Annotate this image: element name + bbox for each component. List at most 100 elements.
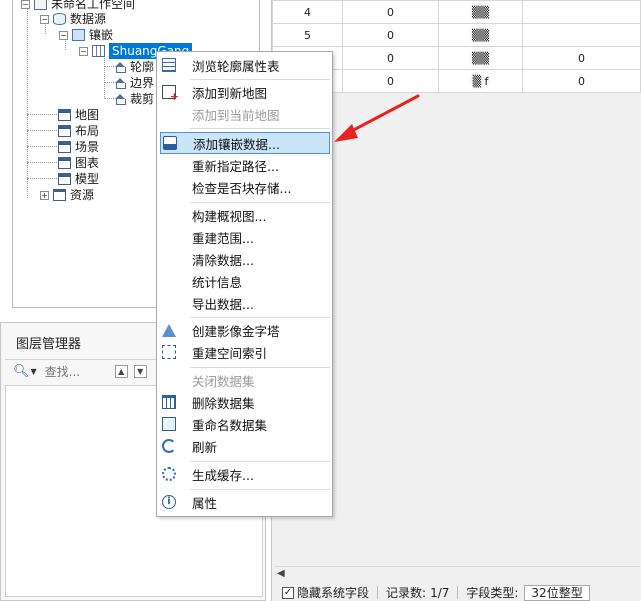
layer-manager-title: 图层管理器 [16,337,82,352]
pyramid-icon [162,323,176,337]
table-cell[interactable] [522,23,641,47]
context-menu: 浏览轮廓属性表 添加到新地图 添加到当前地图 添加镶嵌数据... 重新指定路径.… [156,51,333,517]
model-icon [58,173,71,185]
menu-item-add-mosaic-data[interactable]: 添加镶嵌数据... [160,132,330,154]
checkmark-icon: ✓ [282,586,294,599]
refresh-icon [162,439,176,453]
move-up-icon[interactable]: ▲ [114,365,128,378]
chart-icon [58,157,71,169]
tree-label: 地图 [75,108,100,122]
horizontal-scrollbar[interactable]: ◀ [274,566,640,582]
menu-separator [190,79,330,80]
collapse-icon[interactable]: − [79,46,88,56]
layer-search-input[interactable] [44,364,115,379]
tree-node-models[interactable]: 模型 [58,171,99,187]
table-cell[interactable]: 0 [342,0,439,24]
menu-item-respecify-path[interactable]: 重新指定路径... [157,154,332,176]
tree-node-scenes[interactable]: 场景 [58,139,99,155]
workspace-icon [34,0,47,10]
tree-node-charts[interactable]: 图表 [58,155,99,171]
menu-item-export-data[interactable]: 导出数据... [157,292,332,314]
table-cell[interactable]: 0 [522,69,641,93]
hide-system-fields-label: 隐藏系统字段 [297,586,370,600]
tree-node-mosaic-group[interactable]: − 镶嵌 [59,27,113,43]
menu-item-rebuild-spatial-index[interactable]: 重建空间索引 [157,341,332,363]
annotation-arrow-icon [334,94,420,142]
region-dataset-icon [114,93,126,105]
status-bar: ✓ 隐藏系统字段 记录数: 1/7 字段类型: 32位整型 [274,584,641,601]
menu-item-add-to-new-map[interactable]: 添加到新地图 [157,81,332,103]
table-cell[interactable]: ▒▒ [438,0,523,24]
tree-label: 镶嵌 [89,28,114,42]
move-down-icon[interactable]: ▼ [133,365,147,378]
record-count-value: 1/7 [430,585,450,600]
menu-item-browse-footprint-table[interactable]: 浏览轮廓属性表 [157,54,332,76]
menu-item-add-to-current-map[interactable]: 添加到当前地图 [157,103,332,125]
layout-icon [58,125,71,137]
add-map-icon [162,85,179,103]
menu-separator [190,367,330,368]
rename-icon [162,417,176,431]
tree-label: 模型 [75,172,100,186]
table-cell[interactable]: 0 [342,46,439,70]
collapse-icon[interactable]: − [59,30,68,40]
resources-folder-icon [53,189,66,201]
menu-item-create-image-pyramid[interactable]: 创建影像金字塔 [157,319,332,341]
spatial-index-icon [162,345,176,359]
record-count-label: 记录数: [386,586,427,600]
map-icon [58,109,71,121]
table-cell[interactable]: 0 [342,23,439,47]
hide-system-fields-checkbox[interactable]: ✓ 隐藏系统字段 [282,584,369,601]
table-row[interactable]: 4 0 ▒▒ [272,0,641,24]
tree-label: 场景 [75,140,100,154]
divider [377,586,379,599]
menu-separator [190,461,330,462]
tree-node-datasources[interactable]: − 数据源 [40,11,106,27]
collapse-icon[interactable]: − [40,14,49,24]
tree-node-maps[interactable]: 地图 [58,107,99,123]
menu-item-rename-dataset[interactable]: 重命名数据集 [157,413,332,435]
table-cell[interactable]: ▒▒ [438,46,523,70]
table-cell[interactable] [522,0,641,24]
table-row[interactable]: 5 0 ▒▒ [272,23,641,47]
tree-node-footprint[interactable]: 轮廓 [114,59,154,75]
tree-node-layouts[interactable]: 布局 [58,123,99,139]
table-cell[interactable]: 0 [342,69,439,93]
menu-separator [190,317,330,318]
menu-item-generate-cache[interactable]: 生成缓存... [157,463,332,485]
menu-item-delete-dataset[interactable]: 删除数据集 [157,391,332,413]
table-cell[interactable]: ▒▒ [438,23,523,47]
menu-item-build-overview[interactable]: 构建概视图... [157,204,332,226]
menu-item-statistics[interactable]: 统计信息 [157,270,332,292]
table-cell[interactable]: ▒ f [438,69,523,93]
field-type-value: 32位整型 [524,584,590,601]
menu-separator [190,202,330,203]
menu-item-properties[interactable]: i 属性 [157,491,332,513]
scroll-left-icon[interactable]: ◀ [277,568,285,579]
trash-icon [162,395,176,409]
tree-label: 布局 [75,124,100,138]
menu-item-refresh[interactable]: 刷新 [157,435,332,457]
collapse-icon[interactable]: − [21,0,30,9]
expand-icon[interactable]: + [40,190,49,200]
region-dataset-icon [114,77,126,89]
tree-label: 轮廓 [130,60,155,74]
tree-node-resources[interactable]: + 资源 [40,187,94,203]
table-cell[interactable]: 0 [522,46,641,70]
tree-node-clip[interactable]: 裁剪 [114,91,154,107]
disk-icon [163,136,177,150]
tree-label: 裁剪 [130,92,155,106]
search-dropdown-button[interactable]: 🔍︎ ▼ [13,364,37,379]
mosaic-datasource-icon [72,29,85,41]
table-cell[interactable]: 4 [272,0,343,24]
tree-label: 图表 [75,156,100,170]
menu-item-rebuild-extent[interactable]: 重建范围... [157,226,332,248]
tree-node-boundary[interactable]: 边界 [114,75,154,91]
menu-item-close-dataset[interactable]: 关闭数据集 [157,369,332,391]
tree-label: 边界 [130,76,155,90]
menu-item-clear-data[interactable]: 清除数据... [157,248,332,270]
tree-label: 资源 [70,188,95,202]
menu-item-check-block-storage[interactable]: 检查是否块存储... [157,176,332,198]
cache-icon [162,467,176,481]
table-cell[interactable]: 5 [272,23,343,47]
